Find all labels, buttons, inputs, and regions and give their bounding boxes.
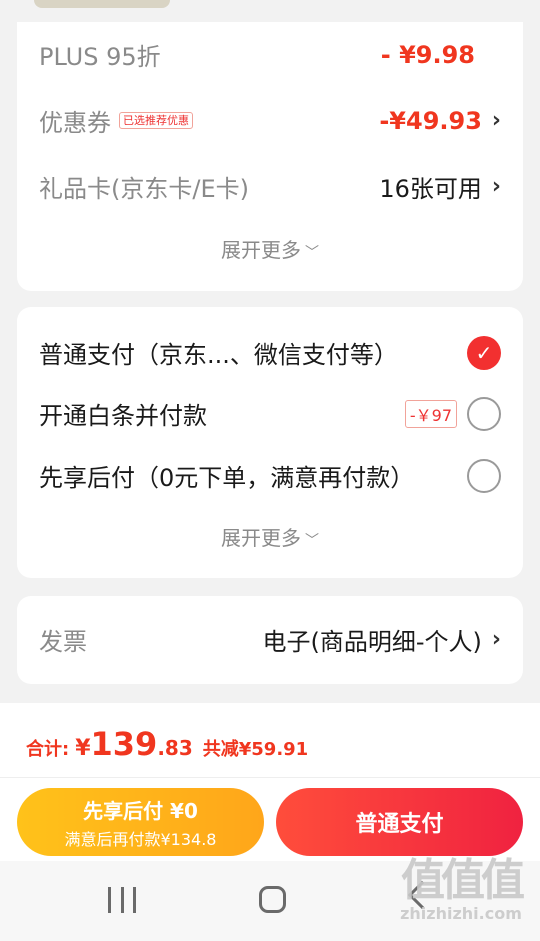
plus-value: - ¥9.98 xyxy=(380,40,475,69)
payment-option-normal[interactable]: 普通支付（京东...、微信支付等） ✓ xyxy=(39,335,501,370)
pay-later-title: 先享后付 ¥0 xyxy=(83,798,198,823)
chevron-right-icon: › xyxy=(491,627,501,652)
expand-more-label: 展开更多 xyxy=(221,238,301,262)
payment-method-card: 普通支付（京东...、微信支付等） ✓ 开通白条并付款 -￥97 先享后付（0元… xyxy=(17,307,523,578)
gift-card-label: 礼品卡(京东卡/E卡) xyxy=(39,175,249,203)
invoice-row[interactable]: 发票 电子(商品明细-个人) › xyxy=(39,622,501,657)
product-thumbnail xyxy=(34,0,170,8)
watermark-url: zhizhizhi.com xyxy=(400,904,522,923)
invoice-label: 发票 xyxy=(39,628,87,656)
plus-label: PLUS 95折 xyxy=(39,43,161,71)
discount-expand-more[interactable]: 展开更多 ﹀ xyxy=(17,234,523,263)
total-label: 合计: xyxy=(26,739,70,760)
pay-later-button[interactable]: 先享后付 ¥0 满意后再付款¥134.8 xyxy=(17,788,264,856)
total-saved: 共减¥59.91 xyxy=(202,739,309,760)
pay-later-subtitle: 满意后再付款¥134.8 xyxy=(64,829,217,849)
chevron-right-icon: › xyxy=(491,108,501,133)
divider xyxy=(0,777,540,778)
baitiao-discount-tag: -￥97 xyxy=(404,399,457,428)
coupon-row[interactable]: 优惠券 已选推荐优惠 -¥49.93 › xyxy=(39,103,501,138)
checkout-footer: 合计: ¥ 139 .83 共减¥59.91 先享后付 ¥0 满意后再付款¥13… xyxy=(0,703,540,861)
coupon-tag: 已选推荐优惠 xyxy=(119,112,193,129)
gift-card-row[interactable]: 礼品卡(京东卡/E卡) 16张可用 › xyxy=(39,169,501,204)
payment-option-label: 开通白条并付款 xyxy=(39,402,207,430)
expand-more-label: 展开更多 xyxy=(221,526,301,550)
chevron-down-icon: ﹀ xyxy=(305,533,319,549)
payment-option-label: 普通支付（京东...、微信支付等） xyxy=(39,341,398,369)
check-icon[interactable]: ✓ xyxy=(467,335,501,370)
coupon-amount: -¥49.93 xyxy=(379,106,482,135)
coupon-value: -¥49.93 › xyxy=(379,107,501,135)
payment-option-label: 先享后付（0元下单，满意再付款） xyxy=(39,464,415,492)
recent-apps-icon[interactable] xyxy=(108,887,136,913)
home-icon[interactable] xyxy=(259,886,286,913)
invoice-value: 电子(商品明细-个人) › xyxy=(263,622,501,657)
order-total: 合计: ¥ 139 .83 共减¥59.91 xyxy=(26,725,308,763)
watermark: 值值值 zhizhizhi.com xyxy=(390,858,532,936)
total-integer: 139 xyxy=(90,725,158,763)
radio-button[interactable] xyxy=(467,396,501,431)
invoice-type: 电子(商品明细-个人) xyxy=(262,628,482,656)
gift-card-count: 16张可用 xyxy=(379,175,482,203)
watermark-logo: 值值值 xyxy=(401,855,525,906)
chevron-right-icon: › xyxy=(491,174,501,199)
total-decimal: .83 xyxy=(157,736,193,760)
chevron-down-icon: ﹀ xyxy=(305,245,319,261)
payment-option-later[interactable]: 先享后付（0元下单，满意再付款） xyxy=(39,458,501,493)
invoice-card[interactable]: 发票 电子(商品明细-个人) › xyxy=(17,596,523,684)
normal-pay-button[interactable]: 普通支付 xyxy=(276,788,523,856)
payment-expand-more[interactable]: 展开更多 ﹀ xyxy=(17,522,523,551)
discount-card: PLUS 95折 - ¥9.98 优惠券 已选推荐优惠 -¥49.93 › 礼品… xyxy=(17,22,523,291)
normal-pay-label: 普通支付 xyxy=(355,812,444,837)
radio-button[interactable] xyxy=(467,458,501,493)
total-currency: ¥ xyxy=(75,736,91,761)
payment-option-baitiao[interactable]: 开通白条并付款 -￥97 xyxy=(39,396,501,431)
plus-discount-row: PLUS 95折 - ¥9.98 xyxy=(39,37,501,72)
gift-card-value: 16张可用 › xyxy=(379,169,501,204)
coupon-label: 优惠券 xyxy=(39,109,111,137)
